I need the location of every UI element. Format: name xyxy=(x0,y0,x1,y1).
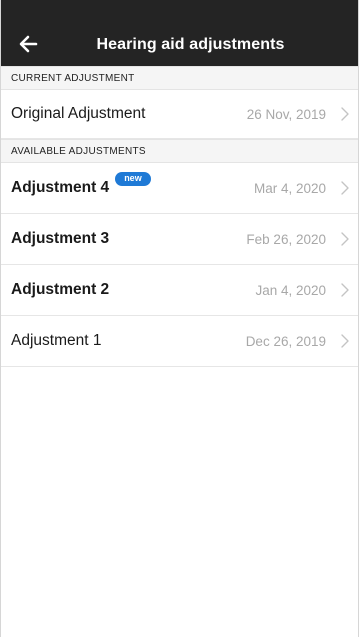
app-header: Hearing aid adjustments xyxy=(1,0,358,66)
chevron-right-icon xyxy=(340,334,350,348)
chevron-right-icon xyxy=(340,232,350,246)
adjustment-title: Adjustment 4 new xyxy=(11,172,151,197)
adjustment-row-2[interactable]: Adjustment 2 Jan 4, 2020 xyxy=(1,265,358,316)
adjustment-label: Adjustment 3 xyxy=(11,230,110,247)
adjustment-label: Adjustment 4 xyxy=(11,179,110,196)
section-header-available: AVAILABLE ADJUSTMENTS xyxy=(1,139,358,163)
section-header-current: CURRENT ADJUSTMENT xyxy=(1,66,358,90)
chevron-right-icon xyxy=(340,181,350,195)
screen: Hearing aid adjustments CURRENT ADJUSTME… xyxy=(0,0,359,637)
adjustment-date: Jan 4, 2020 xyxy=(255,282,326,298)
adjustment-date: Mar 4, 2020 xyxy=(253,180,326,196)
page-title: Hearing aid adjustments xyxy=(96,36,285,53)
adjustment-row-1[interactable]: Adjustment 1 Dec 26, 2019 xyxy=(1,316,358,367)
back-button[interactable] xyxy=(13,32,43,56)
chevron-right-icon xyxy=(340,283,350,297)
new-badge: new xyxy=(115,172,151,186)
adjustment-label: Original Adjustment xyxy=(11,105,146,122)
adjustment-row-4[interactable]: Adjustment 4 new Mar 4, 2020 xyxy=(1,163,358,214)
current-adjustment-row[interactable]: Original Adjustment 26 Nov, 2019 xyxy=(1,90,358,139)
adjustment-date: Feb 26, 2020 xyxy=(246,231,326,247)
adjustment-row-3[interactable]: Adjustment 3 Feb 26, 2020 xyxy=(1,214,358,265)
adjustment-date: 26 Nov, 2019 xyxy=(246,106,326,122)
adjustment-date: Dec 26, 2019 xyxy=(245,333,326,349)
adjustment-label: Adjustment 2 xyxy=(11,281,110,298)
arrow-left-icon xyxy=(19,35,38,53)
chevron-right-icon xyxy=(340,107,350,121)
adjustment-label: Adjustment 1 xyxy=(11,332,102,349)
